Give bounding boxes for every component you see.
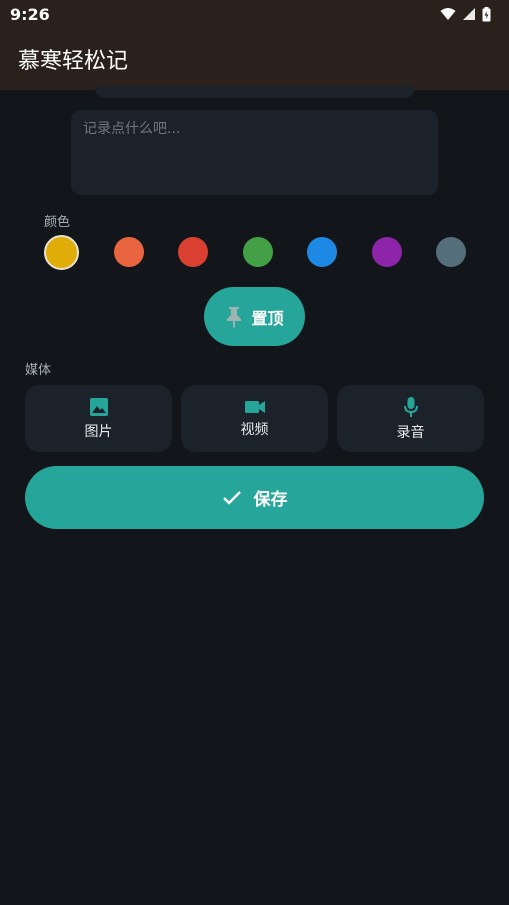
content-placeholder: 记录点什么吧... (83, 121, 181, 137)
record-audio-button[interactable]: 录音 (337, 385, 484, 452)
signal-icon (463, 8, 475, 20)
media-section-label: 媒体 (25, 363, 52, 378)
color-section-label: 颜色 (44, 215, 71, 230)
pin-button-label: 置顶 (251, 308, 284, 328)
color-swatches (44, 234, 466, 270)
mic-icon (403, 396, 418, 417)
title-field-clipped[interactable] (95, 86, 415, 98)
record-audio-button-label: 录音 (396, 424, 425, 441)
pin-button[interactable]: 置顶 (204, 287, 305, 346)
battery-icon (482, 6, 491, 21)
color-swatch-orange[interactable] (113, 237, 144, 267)
media-buttons: 图片 视频 录音 (25, 385, 484, 452)
image-button-label: 图片 (84, 423, 113, 440)
video-icon (244, 400, 265, 413)
save-button-label: 保存 (253, 490, 288, 510)
status-bar: 9:26 (0, 0, 509, 28)
video-button[interactable]: 视频 (181, 385, 328, 452)
color-swatch-green[interactable] (242, 237, 273, 267)
status-time: 9:26 (10, 4, 50, 24)
status-icons (440, 6, 491, 22)
image-button[interactable]: 图片 (25, 385, 172, 452)
pin-icon (227, 306, 242, 328)
color-swatch-red[interactable] (178, 237, 208, 267)
image-icon (89, 397, 108, 416)
app-title: 慕寒轻松记 (18, 49, 129, 74)
color-swatch-gray[interactable] (436, 237, 466, 267)
color-swatch-blue[interactable] (307, 237, 337, 267)
wifi-icon (440, 8, 456, 20)
app-bar: 慕寒轻松记 (0, 28, 509, 90)
color-swatch-yellow[interactable] (44, 234, 79, 270)
save-button[interactable]: 保存 (25, 466, 484, 529)
video-button-label: 视频 (240, 421, 269, 438)
color-swatch-purple[interactable] (371, 237, 402, 267)
check-icon (222, 490, 241, 505)
content-input[interactable]: 记录点什么吧... (71, 110, 438, 195)
